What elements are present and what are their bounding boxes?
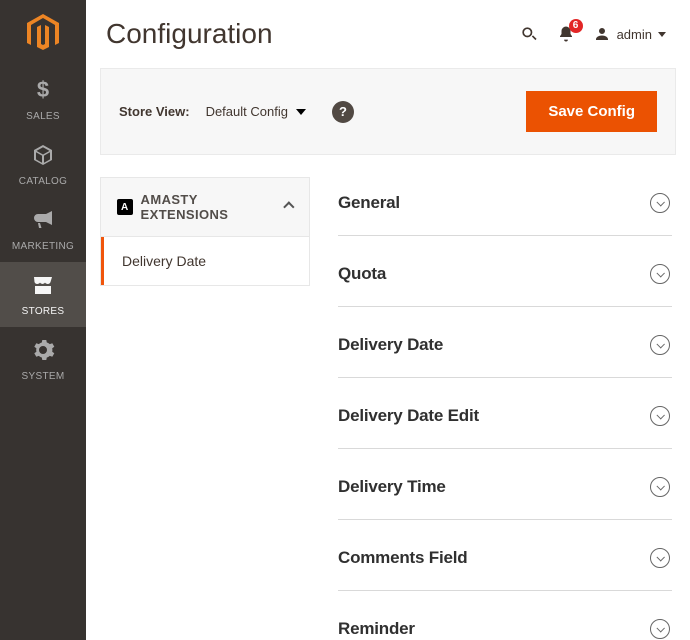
section-title: Reminder: [338, 619, 415, 639]
sidebar-item-marketing[interactable]: MARKETING: [0, 197, 86, 262]
section-title: Quota: [338, 264, 386, 284]
section-title: General: [338, 193, 400, 213]
expand-icon: [650, 406, 670, 426]
section-delivery-date-edit[interactable]: Delivery Date Edit: [338, 390, 672, 449]
page-header: Configuration 6 admin: [86, 0, 690, 68]
scope-bar: Store View: Default Config ? Save Config: [100, 68, 676, 155]
sidebar-item-label: STORES: [22, 306, 65, 317]
sidebar-item-label: SYSTEM: [22, 371, 65, 382]
config-columns: a AMASTY EXTENSIONS Delivery Date Genera…: [86, 155, 690, 640]
section-title: Comments Field: [338, 548, 467, 568]
amasty-logo-icon: a: [117, 199, 133, 215]
help-icon[interactable]: ?: [332, 101, 354, 123]
section-delivery-time[interactable]: Delivery Time: [338, 461, 672, 520]
nav-sub-item-delivery-date[interactable]: Delivery Date: [101, 237, 309, 285]
section-title: Delivery Time: [338, 477, 446, 497]
expand-icon: [650, 264, 670, 284]
expand-icon: [650, 335, 670, 355]
sidebar-item-label: CATALOG: [19, 176, 67, 187]
magento-logo[interactable]: [26, 0, 60, 67]
section-title: Delivery Date: [338, 335, 443, 355]
header-actions: 6 admin: [519, 24, 666, 44]
expand-icon: [650, 548, 670, 568]
search-icon[interactable]: [519, 24, 539, 44]
cube-icon: [31, 143, 55, 172]
expand-icon: [650, 477, 670, 497]
config-nav: a AMASTY EXTENSIONS Delivery Date: [100, 177, 310, 640]
notification-badge: 6: [569, 19, 583, 33]
save-config-button[interactable]: Save Config: [526, 91, 657, 132]
dollar-icon: $: [31, 78, 55, 107]
sidebar-item-label: MARKETING: [12, 241, 74, 252]
username: admin: [617, 27, 652, 42]
nav-group-amasty[interactable]: a AMASTY EXTENSIONS: [100, 177, 310, 237]
main-area: Configuration 6 admin Store View: Defaul…: [86, 0, 690, 640]
sidebar-item-system[interactable]: SYSTEM: [0, 327, 86, 392]
chevron-down-icon: [296, 109, 306, 115]
section-quota[interactable]: Quota: [338, 248, 672, 307]
megaphone-icon: [31, 208, 55, 237]
scope-selected: Default Config: [206, 104, 288, 119]
gear-icon: [31, 338, 55, 367]
chevron-up-icon: [283, 201, 294, 212]
svg-text:$: $: [37, 78, 49, 102]
sidebar-item-sales[interactable]: $ SALES: [0, 67, 86, 132]
notifications-icon[interactable]: 6: [557, 25, 575, 43]
sidebar-item-catalog[interactable]: CATALOG: [0, 132, 86, 197]
page-title: Configuration: [106, 18, 273, 50]
expand-icon: [650, 193, 670, 213]
section-comments-field[interactable]: Comments Field: [338, 532, 672, 591]
admin-sidebar: $ SALES CATALOG MARKETING STORES SYSTEM: [0, 0, 86, 640]
section-reminder[interactable]: Reminder: [338, 603, 672, 640]
section-title: Delivery Date Edit: [338, 406, 479, 426]
sidebar-item-stores[interactable]: STORES: [0, 262, 86, 327]
user-menu[interactable]: admin: [593, 25, 666, 43]
section-general[interactable]: General: [338, 177, 672, 236]
scope-select[interactable]: Default Config: [206, 104, 306, 119]
scope-label: Store View:: [119, 104, 190, 119]
nav-group-title: AMASTY EXTENSIONS: [141, 192, 286, 222]
section-delivery-date[interactable]: Delivery Date: [338, 319, 672, 378]
expand-icon: [650, 619, 670, 639]
sidebar-item-label: SALES: [26, 111, 60, 122]
stores-icon: [31, 273, 55, 302]
chevron-down-icon: [658, 32, 666, 37]
config-sections: General Quota Delivery Date Delivery Dat…: [338, 177, 676, 640]
